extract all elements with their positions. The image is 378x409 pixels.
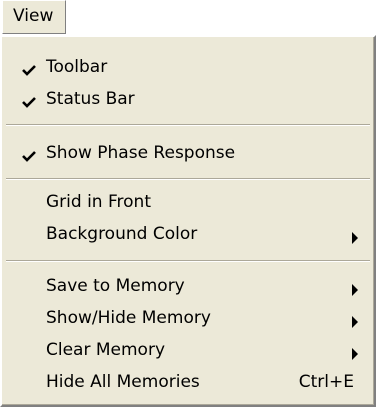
menu-item-label: Show/Hide Memory <box>46 308 211 328</box>
menu-title-view[interactable]: View <box>2 0 66 34</box>
menu-separator <box>6 124 370 126</box>
menu-item-background-color[interactable]: Background Color <box>8 221 368 251</box>
submenu-arrow-icon <box>352 232 358 244</box>
menu-item-label: Show Phase Response <box>46 143 236 163</box>
checkmark-icon <box>22 65 36 76</box>
checkmark-icon <box>22 151 36 162</box>
menu-item-save-to-memory[interactable]: Save to Memory <box>8 273 368 303</box>
menu-item-shortcut: Ctrl+E <box>298 372 354 392</box>
menu-item-label: Background Color <box>46 224 198 244</box>
menu-item-label: Clear Memory <box>46 340 165 360</box>
menu-item-label: Toolbar <box>46 57 108 77</box>
menu-item-hide-all-memories[interactable]: Hide All Memories Ctrl+E <box>8 369 368 399</box>
view-menu-dropdown: Toolbar Status Bar Show Phase Response G… <box>0 35 376 407</box>
menu-item-label: Status Bar <box>46 89 135 109</box>
submenu-arrow-icon <box>352 348 358 360</box>
menu-item-label: Hide All Memories <box>46 372 200 392</box>
submenu-arrow-icon <box>352 316 358 328</box>
menu-item-label: Grid in Front <box>46 192 151 212</box>
menu-item-clear-memory[interactable]: Clear Memory <box>8 337 368 367</box>
menu-item-grid-in-front[interactable]: Grid in Front <box>8 189 368 219</box>
checkmark-icon <box>22 97 36 108</box>
menu-separator <box>6 260 370 262</box>
menu-item-status-bar[interactable]: Status Bar <box>8 86 368 116</box>
menu-item-show-hide-memory[interactable]: Show/Hide Memory <box>8 305 368 335</box>
menu-separator <box>6 178 370 180</box>
submenu-arrow-icon <box>352 284 358 296</box>
menu-item-show-phase-response[interactable]: Show Phase Response <box>8 140 368 170</box>
menu-item-toolbar[interactable]: Toolbar <box>8 54 368 84</box>
menu-item-label: Save to Memory <box>46 276 185 296</box>
